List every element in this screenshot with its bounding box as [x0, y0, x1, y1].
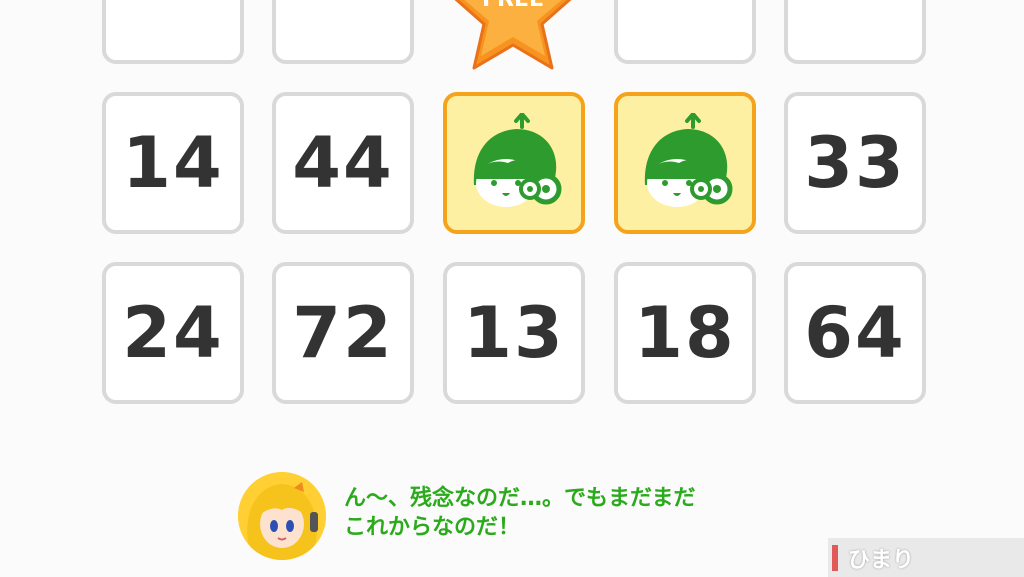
free-star-icon: FREE	[448, 0, 578, 72]
speaker-name-tag: ひまり	[828, 538, 1024, 577]
bingo-cell-marked[interactable]	[614, 92, 756, 234]
bingo-cell[interactable]: 15	[102, 0, 244, 64]
cell-number: 13	[463, 292, 565, 374]
bingo-cell[interactable]: 24	[102, 262, 244, 404]
name-tag-accent	[832, 544, 838, 571]
bingo-cell[interactable]: 85	[272, 0, 414, 64]
bingo-cell[interactable]: 44	[272, 92, 414, 234]
cell-number: 24	[122, 292, 224, 374]
speaker-name: ひまり	[848, 547, 915, 573]
cell-number: 44	[292, 122, 394, 204]
cell-number: 64	[804, 292, 906, 374]
bingo-cell[interactable]: 13	[443, 262, 585, 404]
character-message: ん〜、残念なのだ…。でもまだまだ これからなのだ！	[238, 472, 838, 562]
bingo-screen: 15 85 FREE 22 9 14 44	[0, 0, 1024, 577]
bingo-cell[interactable]: 33	[784, 92, 926, 234]
cell-number: 72	[292, 292, 394, 374]
green-mascot-face-icon	[644, 113, 733, 207]
free-label: FREE	[482, 0, 544, 12]
cell-number: 14	[122, 122, 224, 204]
bingo-cell[interactable]: 14	[102, 92, 244, 234]
bingo-cell[interactable]: 9	[784, 0, 926, 64]
bingo-cell[interactable]: 64	[784, 262, 926, 404]
bingo-cell[interactable]: 72	[272, 262, 414, 404]
cell-number: 18	[634, 292, 736, 374]
bingo-cell[interactable]: 18	[614, 262, 756, 404]
bingo-cell[interactable]: 22	[614, 0, 756, 64]
green-mascot-face-icon	[473, 113, 562, 207]
message-text: ん〜、残念なのだ…。でもまだまだ これからなのだ！	[344, 486, 696, 540]
bingo-cell-marked[interactable]	[443, 92, 585, 234]
character-avatar	[238, 472, 326, 560]
cell-number: 33	[804, 122, 906, 204]
